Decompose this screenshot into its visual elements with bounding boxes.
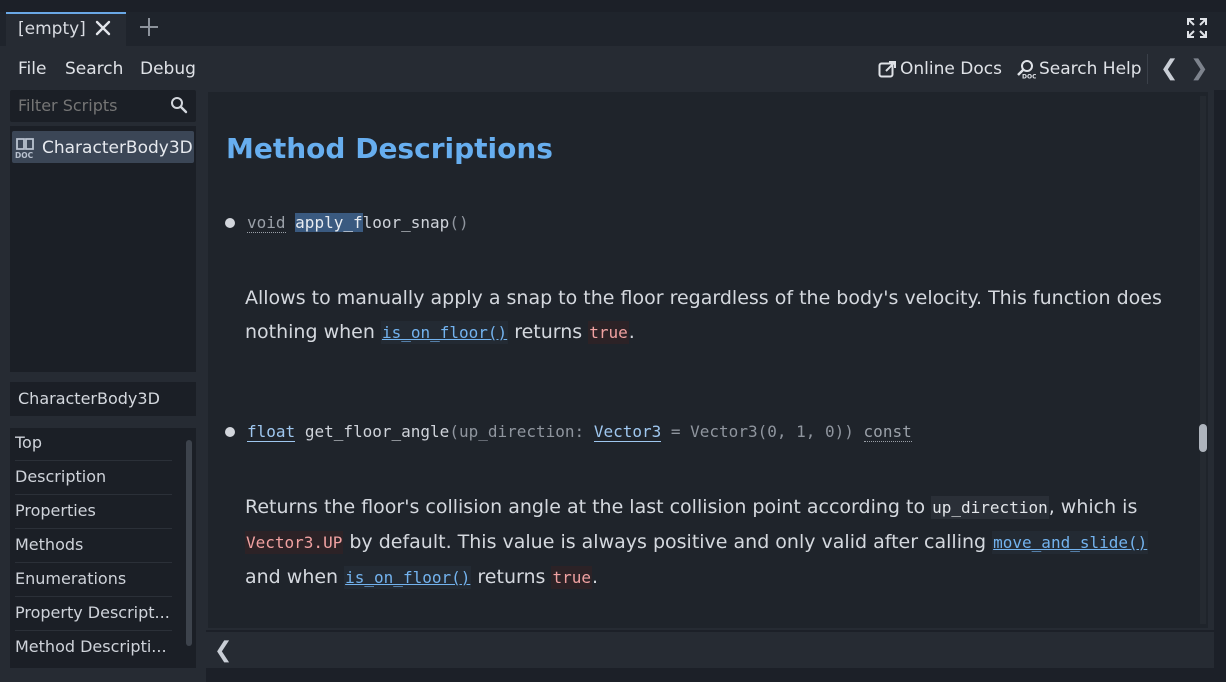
param-type-link[interactable]: Vector3 [593,422,662,442]
chevron-right-icon[interactable]: ❯ [1190,56,1208,81]
doc-book-icon: DOC [15,138,34,159]
toolbar-divider [1147,54,1148,84]
section-item-top[interactable]: Top [15,427,172,461]
menu-debug[interactable]: Debug [140,59,196,79]
online-docs-label: Online Docs [900,59,1002,79]
desc-text: nothing when [245,321,381,343]
class-name-label: CharacterBody3D [18,389,160,408]
section-list-scrollbar[interactable] [186,440,192,646]
menu-file[interactable]: File [18,59,46,79]
return-type-link[interactable]: float [247,422,296,442]
return-type: void [247,213,286,233]
section-heading: Method Descriptions [226,132,553,165]
link-move-and-slide[interactable]: move_and_slide() [992,531,1149,554]
bottom-bar [206,632,1214,668]
code-true: true [588,321,629,344]
svg-text:DOC: DOC [15,151,34,159]
method-description-get-floor-angle: Returns the floor's collision angle at t… [245,490,1185,595]
desc-text: returns [471,566,552,588]
section-item-method-descriptions[interactable]: Method Descripti... [15,631,172,665]
method-name-rest: loor_snap [362,213,450,232]
bullet-icon [225,427,235,437]
section-item-description[interactable]: Description [15,461,172,495]
close-icon[interactable] [92,17,114,39]
method-name-selected: apply_f [295,213,363,232]
section-item-enumerations[interactable]: Enumerations [15,563,172,597]
desc-text: , which is [1048,496,1138,518]
section-item-methods[interactable]: Methods [15,529,172,563]
method-signature-apply-floor-snap: void apply_floor_snap() [247,213,469,233]
svg-text:DOC: DOC [1022,74,1036,80]
desc-text: . [591,566,599,588]
collapse-panel-icon[interactable]: ❮ [214,638,232,663]
method-description-apply-floor-snap: Allows to manually apply a snap to the f… [245,281,1185,350]
help-search-icon: DOC [1017,60,1036,80]
method-signature-get-floor-angle: float get_floor_angle(up_direction: Vect… [247,422,912,442]
desc-text: and when [245,566,345,588]
method-name: get_floor_angle [304,422,450,441]
link-is-on-floor[interactable]: is_on_floor() [344,566,472,589]
title-strip [0,0,1226,12]
desc-text: Returns the floor's collision angle at t… [245,496,932,518]
online-docs-button[interactable]: Online Docs [878,58,1002,80]
param-default: = Vector3(0, 1, 0)) [661,422,854,441]
script-label: CharacterBody3D [42,138,193,158]
bullet-icon [225,218,235,228]
search-help-button[interactable]: DOC Search Help [1016,58,1142,80]
doc-scrollbar-track[interactable] [1200,96,1206,624]
desc-text: by default. This value is always positiv… [343,531,993,553]
desc-text: returns [508,321,589,343]
external-link-icon [878,60,896,77]
desc-text: Allows to manually apply a snap to the f… [245,287,1162,309]
chevron-left-icon[interactable]: ❮ [1160,56,1178,81]
plus-icon[interactable] [138,16,160,38]
desc-text: . [628,321,635,343]
filter-scripts-input[interactable] [18,96,158,115]
method-parens: () [449,213,469,232]
fullscreen-icon[interactable] [1186,17,1208,39]
code-up-direction: up_direction [931,496,1049,519]
section-item-property-descriptions[interactable]: Property Descript... [15,597,172,631]
link-is-on-floor[interactable]: is_on_floor() [380,321,509,344]
doc-scrollbar-thumb[interactable] [1199,424,1207,452]
code-vector3-up: Vector3.UP [245,531,344,554]
tab-label: [empty] [18,19,86,39]
section-item-properties[interactable]: Properties [15,495,172,529]
method-qualifier: const [863,422,912,442]
param-open: (up_direction: [449,422,594,441]
search-icon [171,97,188,114]
code-true: true [551,566,592,589]
search-help-label: Search Help [1039,59,1142,79]
menu-search[interactable]: Search [65,59,123,79]
